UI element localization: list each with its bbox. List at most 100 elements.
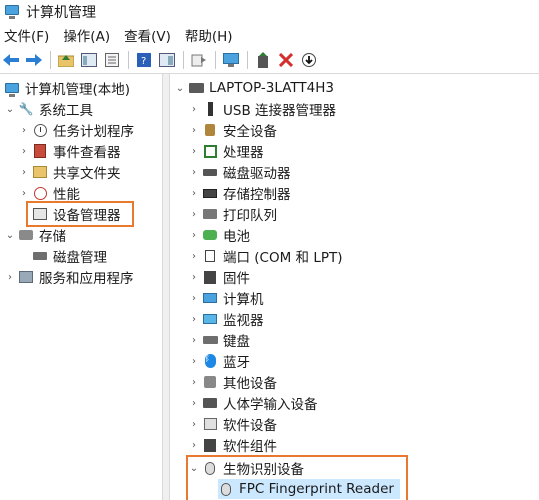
chevron-right-icon[interactable]: ›	[188, 440, 200, 451]
port-icon	[202, 248, 218, 264]
uninstall-icon[interactable]	[277, 51, 295, 69]
help-icon[interactable]: ?	[135, 51, 153, 69]
tree-item-label: 磁盘管理	[53, 250, 107, 266]
tree-item-event-viewer[interactable]: › 事件查看器	[18, 141, 121, 161]
chevron-right-icon[interactable]: ›	[188, 104, 200, 115]
device-category-other-devices[interactable]: › 其他设备	[188, 372, 277, 392]
show-hide-tree-icon[interactable]	[80, 51, 98, 69]
chevron-right-icon[interactable]: ›	[188, 230, 200, 241]
event-log-icon	[32, 143, 48, 159]
chevron-right-icon[interactable]: ›	[188, 209, 200, 220]
toolbar: ?	[0, 46, 539, 74]
toolbar-separator	[247, 50, 248, 69]
clock-icon	[32, 122, 48, 138]
device-category-print-queues[interactable]: › 打印队列	[188, 204, 277, 224]
chevron-right-icon[interactable]: ›	[18, 167, 30, 178]
properties-icon[interactable]	[103, 51, 121, 69]
tree-item-performance[interactable]: › 性能	[18, 183, 80, 203]
chevron-right-icon[interactable]: ›	[188, 335, 200, 346]
chevron-right-icon[interactable]: ›	[188, 272, 200, 283]
chevron-right-icon[interactable]: ›	[188, 419, 200, 430]
menu-view[interactable]: 查看(V)	[124, 25, 171, 45]
tree-item-storage[interactable]: ⌄ 存储	[4, 225, 66, 245]
bluetooth-icon: ᛒ	[202, 353, 218, 369]
back-arrow-icon[interactable]	[2, 51, 20, 69]
up-folder-icon[interactable]	[57, 51, 75, 69]
title-bar: 计算机管理	[0, 0, 539, 24]
chevron-right-icon[interactable]: ›	[188, 356, 200, 367]
chevron-down-icon[interactable]: ⌄	[174, 83, 186, 94]
chevron-right-icon[interactable]: ›	[188, 377, 200, 388]
tree-item-label: 事件查看器	[53, 145, 121, 161]
device-category-firmware[interactable]: › 固件	[188, 267, 250, 287]
device-tree-root[interactable]: ⌄ LAPTOP-3LATT4H3	[174, 78, 334, 98]
device-category-software-devices[interactable]: › 软件设备	[188, 414, 277, 434]
chevron-right-icon[interactable]: ›	[188, 167, 200, 178]
chevron-down-icon[interactable]: ⌄	[4, 104, 16, 115]
chevron-right-icon[interactable]: ›	[188, 314, 200, 325]
device-category-bluetooth[interactable]: › ᛒ 蓝牙	[188, 351, 250, 371]
update-icon[interactable]	[300, 51, 318, 69]
chevron-down-icon[interactable]: ⌄	[4, 230, 16, 241]
tree-item-label: 蓝牙	[223, 355, 250, 371]
tree-item-label: 键盘	[223, 334, 250, 350]
device-category-storage-controllers[interactable]: › 存储控制器	[188, 183, 291, 203]
toolbar-separator	[128, 50, 129, 69]
toolbar-separator	[183, 50, 184, 69]
pane-splitter[interactable]	[162, 74, 170, 500]
tree-item-label: 打印队列	[223, 208, 277, 224]
tools-icon: 🔧	[18, 102, 34, 116]
disk-icon	[32, 248, 48, 264]
view-icon[interactable]	[158, 51, 176, 69]
svg-text:?: ?	[141, 56, 146, 67]
chevron-right-icon[interactable]: ›	[188, 293, 200, 304]
tree-item-computer-management-local[interactable]: 计算机管理(本地)	[4, 78, 130, 98]
device-category-processors[interactable]: › 处理器	[188, 141, 264, 161]
tree-item-label: 服务和应用程序	[39, 271, 134, 287]
security-key-icon	[202, 122, 218, 138]
tree-item-label: 磁盘驱动器	[223, 166, 291, 182]
computer-icon[interactable]	[222, 51, 240, 69]
tree-item-label: 软件设备	[223, 418, 277, 434]
device-category-ports[interactable]: › 端口 (COM 和 LPT)	[188, 246, 343, 266]
hid-icon	[202, 395, 218, 411]
device-category-batteries[interactable]: › 电池	[188, 225, 250, 245]
chevron-right-icon[interactable]: ›	[18, 146, 30, 157]
chevron-right-icon[interactable]: ›	[4, 272, 16, 283]
menu-action[interactable]: 操作(A)	[63, 25, 110, 45]
tree-item-task-scheduler[interactable]: › 任务计划程序	[18, 120, 134, 140]
printer-icon	[202, 206, 218, 222]
device-category-human-interface-devices[interactable]: › 人体学输入设备	[188, 393, 318, 413]
device-category-disk-drives[interactable]: › 磁盘驱动器	[188, 162, 291, 182]
services-icon	[18, 269, 34, 285]
tree-item-shared-folders[interactable]: › 共享文件夹	[18, 162, 121, 182]
device-category-monitors[interactable]: › 监视器	[188, 309, 264, 329]
tree-item-services-and-applications[interactable]: › 服务和应用程序	[4, 267, 134, 287]
chevron-right-icon[interactable]: ›	[188, 398, 200, 409]
add-driver-icon[interactable]	[254, 51, 272, 69]
device-category-security-devices[interactable]: › 安全设备	[188, 120, 277, 140]
chevron-right-icon[interactable]: ›	[188, 125, 200, 136]
export-icon[interactable]	[190, 51, 208, 69]
chevron-right-icon[interactable]: ›	[18, 188, 30, 199]
software-device-icon	[202, 416, 218, 432]
tree-item-disk-management[interactable]: 磁盘管理	[32, 246, 107, 266]
toolbar-separator	[50, 50, 51, 69]
chevron-right-icon[interactable]: ›	[188, 251, 200, 262]
tree-item-system-tools[interactable]: ⌄ 🔧 系统工具	[4, 99, 93, 119]
device-category-keyboards[interactable]: › 键盘	[188, 330, 250, 350]
tree-item-label: 软件组件	[223, 439, 277, 455]
tree-item-label: 安全设备	[223, 124, 277, 140]
tree-item-label: 处理器	[223, 145, 264, 161]
menu-file[interactable]: 文件(F)	[4, 25, 49, 45]
menu-help[interactable]: 帮助(H)	[185, 25, 233, 45]
chevron-right-icon[interactable]: ›	[188, 146, 200, 157]
forward-arrow-icon[interactable]	[25, 51, 43, 69]
device-category-usb-connector-managers[interactable]: › USB 连接器管理器	[188, 99, 336, 119]
toolbar-separator	[215, 50, 216, 69]
device-category-computer[interactable]: › 计算机	[188, 288, 264, 308]
chevron-right-icon[interactable]: ›	[18, 125, 30, 136]
device-category-software-components[interactable]: › 软件组件	[188, 435, 277, 455]
chevron-right-icon[interactable]: ›	[188, 188, 200, 199]
computer-management-icon	[4, 4, 20, 20]
